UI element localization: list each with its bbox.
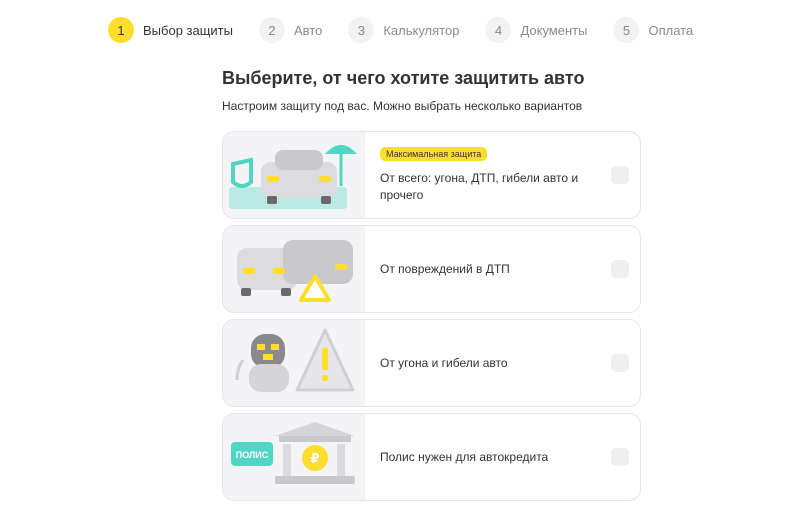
svg-text:₽: ₽	[310, 452, 319, 467]
step-number: 1	[108, 17, 134, 43]
car-shield-umbrella-illustration	[223, 132, 365, 218]
step-label: Авто	[293, 22, 323, 38]
stepper: 1 Выбор защиты 2 Авто 3 Калькулятор 4 До…	[108, 17, 719, 43]
step-label: Документы	[520, 22, 588, 38]
policy-sign-text: ПОЛИС	[236, 450, 269, 460]
step-number: 5	[613, 17, 640, 43]
step-number: 4	[485, 17, 512, 43]
cars-collision-illustration	[223, 226, 365, 312]
step-number: 3	[348, 17, 375, 43]
step-protection-choice[interactable]: 1 Выбор защиты	[108, 17, 233, 43]
option-label: Полис нужен для автокредита	[380, 449, 549, 464]
step-calculator[interactable]: 3 Калькулятор	[348, 17, 459, 43]
option-checkbox[interactable]	[611, 166, 629, 184]
step-number: 2	[258, 17, 285, 43]
step-label: Калькулятор	[383, 22, 460, 38]
option-card-auto-loan[interactable]: ₽ ПОЛИС Полис нужен для автокредита	[222, 413, 641, 501]
option-checkbox[interactable]	[611, 260, 629, 278]
option-label: От всего: угона, ДТП, гибели авто и проч…	[380, 170, 579, 202]
page-subtitle: Настроим защиту под вас. Можно выбрать н…	[222, 99, 583, 113]
step-label: Оплата	[648, 22, 694, 38]
option-checkbox[interactable]	[611, 448, 629, 466]
option-card-full-protection[interactable]: Максимальная защита От всего: угона, ДТП…	[222, 131, 641, 219]
max-protection-badge: Максимальная защита	[380, 146, 488, 161]
step-documents[interactable]: 4 Документы	[485, 17, 587, 43]
option-label: От повреждений в ДТП	[380, 261, 510, 276]
step-payment[interactable]: 5 Оплата	[613, 17, 693, 43]
step-label: Выбор защиты	[143, 22, 233, 38]
step-auto[interactable]: 2 Авто	[258, 17, 323, 43]
option-checkbox[interactable]	[611, 354, 629, 372]
option-card-theft[interactable]: От угона и гибели авто	[222, 319, 641, 407]
robber-warning-illustration	[223, 320, 365, 406]
option-label: От угона и гибели авто	[380, 355, 508, 370]
bank-policy-illustration: ₽ ПОЛИС	[223, 414, 365, 500]
page-title: Выберите, от чего хотите защитить авто	[222, 68, 585, 88]
option-card-accident[interactable]: От повреждений в ДТП	[222, 225, 641, 313]
